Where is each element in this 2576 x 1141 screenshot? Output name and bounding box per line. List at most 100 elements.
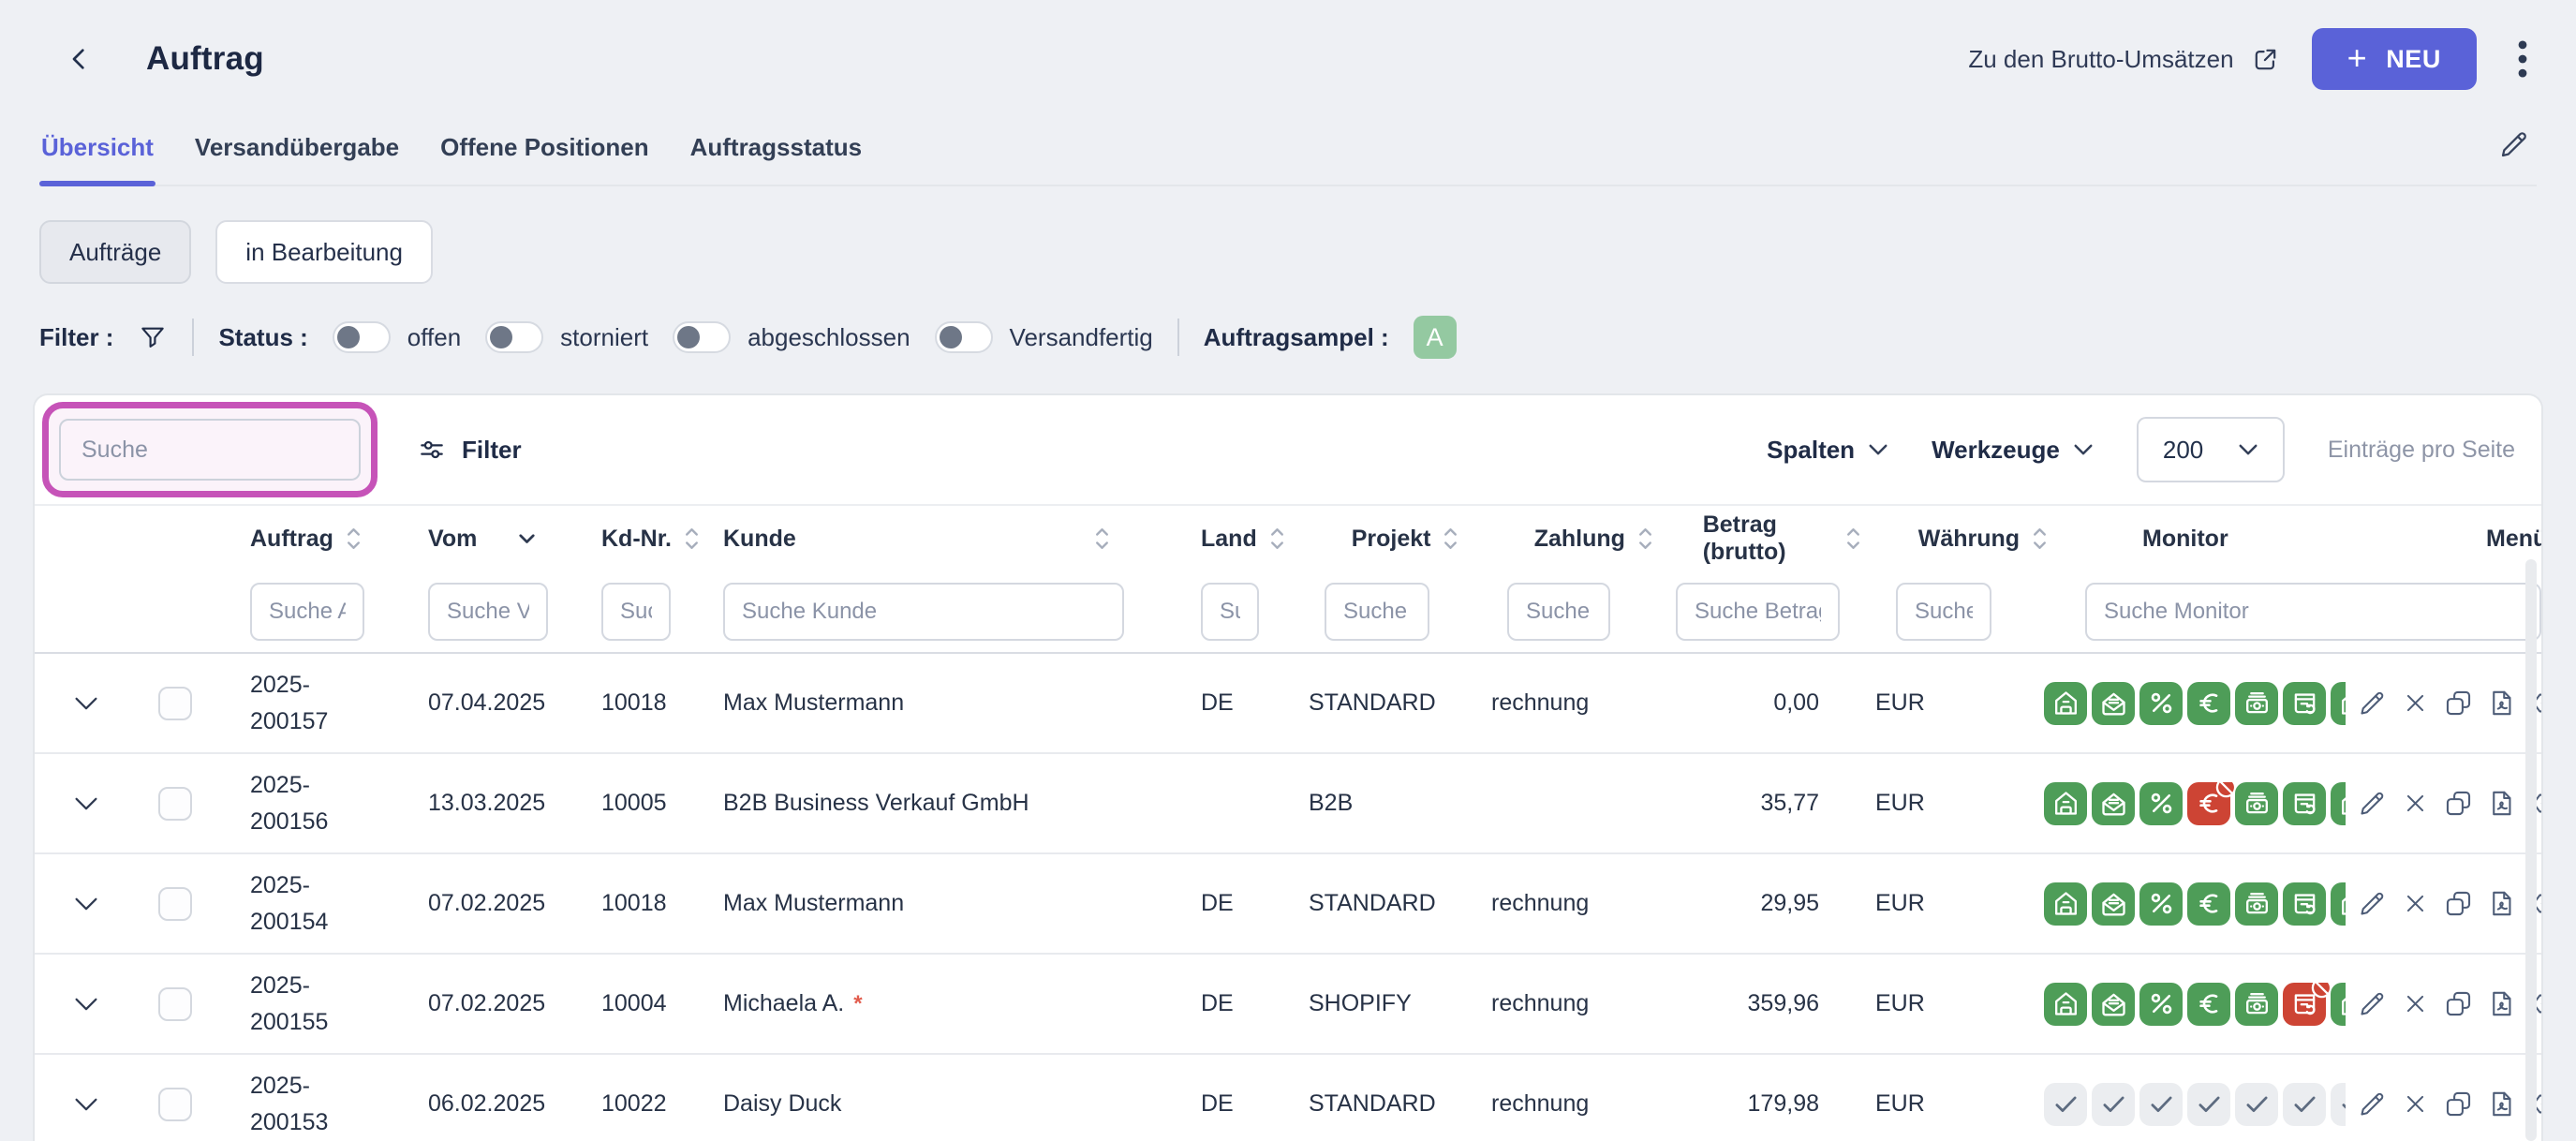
row-expand-chevron-icon[interactable] — [74, 997, 98, 1012]
mail-monitor-icon[interactable] — [2092, 782, 2135, 825]
house-monitor-icon[interactable] — [2044, 682, 2087, 725]
sort-icon[interactable] — [683, 525, 701, 553]
sort-icon[interactable] — [1093, 525, 1111, 553]
duplicate-icon[interactable] — [2443, 788, 2474, 819]
filter-betrag-input[interactable] — [1676, 583, 1840, 641]
col-header-kdnr[interactable]: Kd-Nr. — [583, 525, 704, 553]
cancel-icon[interactable] — [2400, 888, 2431, 919]
euro-monitor-icon[interactable] — [2187, 782, 2230, 825]
row-expand-chevron-icon[interactable] — [74, 696, 98, 711]
check-monitor-icon[interactable] — [2092, 1083, 2135, 1126]
row-checkbox[interactable] — [158, 687, 192, 720]
euro-monitor-icon[interactable] — [2187, 882, 2230, 926]
duplicate-icon[interactable] — [2443, 688, 2474, 719]
row-checkbox[interactable] — [158, 987, 192, 1021]
auftragsampel-badge[interactable]: A — [1414, 316, 1457, 359]
brutto-umsaetze-link[interactable]: Zu den Brutto-Umsätzen — [1968, 45, 2279, 74]
pdf-icon[interactable] — [2486, 988, 2517, 1019]
col-header-vom[interactable]: Vom — [400, 526, 583, 553]
box-monitor-icon[interactable] — [2283, 782, 2326, 825]
sort-desc-icon[interactable] — [516, 532, 538, 546]
euro-monitor-icon[interactable] — [2187, 983, 2230, 1026]
check-monitor-icon[interactable] — [2139, 1083, 2183, 1126]
tab-uebersicht[interactable]: Übersicht — [39, 129, 155, 185]
check-monitor-icon[interactable] — [2283, 1083, 2326, 1126]
tab-offene-positionen[interactable]: Offene Positionen — [438, 129, 650, 185]
row-expand-chevron-icon[interactable] — [74, 1097, 98, 1112]
edit-icon[interactable] — [2357, 1089, 2388, 1119]
neu-button[interactable]: + NEU — [2312, 28, 2477, 90]
cancel-icon[interactable] — [2400, 788, 2431, 819]
edit-icon[interactable] — [2357, 788, 2388, 819]
col-header-kunde[interactable]: Kunde — [704, 525, 1154, 553]
cash-monitor-icon[interactable] — [2235, 882, 2278, 926]
percent-monitor-icon[interactable] — [2139, 682, 2183, 725]
house-monitor-icon[interactable] — [2044, 882, 2087, 926]
cancel-icon[interactable] — [2400, 988, 2431, 1019]
col-header-auftrag[interactable]: Auftrag — [217, 525, 400, 553]
edit-icon[interactable] — [2357, 688, 2388, 719]
percent-monitor-icon[interactable] — [2139, 983, 2183, 1026]
pdf-icon[interactable] — [2486, 1089, 2517, 1119]
werkzeuge-dropdown[interactable]: Werkzeuge — [1932, 436, 2094, 465]
col-header-waehrung[interactable]: Währung — [1862, 525, 2049, 553]
edit-icon[interactable] — [2357, 988, 2388, 1019]
pdf-icon[interactable] — [2486, 688, 2517, 719]
toggle-versandfertig[interactable] — [935, 321, 993, 353]
filter-land-input[interactable] — [1201, 583, 1259, 641]
spalten-dropdown[interactable]: Spalten — [1767, 436, 1888, 465]
check-monitor-icon[interactable] — [2235, 1083, 2278, 1126]
sort-icon[interactable] — [1844, 525, 1862, 553]
row-checkbox[interactable] — [158, 887, 192, 921]
sort-icon[interactable] — [2031, 525, 2049, 553]
duplicate-icon[interactable] — [2443, 888, 2474, 919]
toggle-offen[interactable] — [333, 321, 391, 353]
house-monitor-icon[interactable] — [2044, 983, 2087, 1026]
chip-auftraege[interactable]: Aufträge — [39, 220, 191, 284]
toggle-abgeschlossen[interactable] — [673, 321, 731, 353]
filter-kunde-input[interactable] — [723, 583, 1124, 641]
sort-icon[interactable] — [1636, 525, 1654, 553]
page-size-select[interactable]: 200 — [2137, 417, 2285, 482]
filter-waehrung-input[interactable] — [1896, 583, 1991, 641]
search-input[interactable] — [59, 419, 361, 481]
row-expand-chevron-icon[interactable] — [74, 896, 98, 911]
filter-monitor-input[interactable] — [2085, 583, 2541, 641]
col-header-projekt[interactable]: Projekt — [1286, 525, 1483, 553]
house-monitor-icon[interactable] — [2044, 782, 2087, 825]
row-checkbox[interactable] — [158, 787, 192, 821]
cash-monitor-icon[interactable] — [2235, 782, 2278, 825]
col-header-zahlung[interactable]: Zahlung — [1483, 525, 1670, 553]
filter-kdnr-input[interactable] — [601, 583, 671, 641]
chip-in-bearbeitung[interactable]: in Bearbeitung — [215, 220, 433, 284]
duplicate-icon[interactable] — [2443, 1089, 2474, 1119]
edit-icon[interactable] — [2357, 888, 2388, 919]
filter-auftrag-input[interactable] — [250, 583, 364, 641]
filter-projekt-input[interactable] — [1325, 583, 1429, 641]
box-monitor-icon[interactable] — [2283, 682, 2326, 725]
house-monitor-icon[interactable] — [2331, 983, 2346, 1026]
cash-monitor-icon[interactable] — [2235, 983, 2278, 1026]
percent-monitor-icon[interactable] — [2139, 882, 2183, 926]
check-monitor-icon[interactable] — [2331, 1083, 2346, 1126]
sort-icon[interactable] — [1268, 525, 1286, 553]
house-monitor-icon[interactable] — [2331, 782, 2346, 825]
table-filter-button[interactable]: Filter — [417, 435, 522, 465]
duplicate-icon[interactable] — [2443, 988, 2474, 1019]
col-header-land[interactable]: Land — [1154, 525, 1286, 553]
mail-monitor-icon[interactable] — [2092, 882, 2135, 926]
col-header-betrag[interactable]: Betrag (brutto) — [1670, 511, 1862, 566]
funnel-icon[interactable] — [138, 322, 168, 352]
back-button[interactable] — [60, 39, 99, 79]
filter-vom-input[interactable] — [428, 583, 548, 641]
tab-versanduebergabe[interactable]: Versandübergabe — [193, 129, 401, 185]
mail-monitor-icon[interactable] — [2092, 983, 2135, 1026]
box-monitor-icon[interactable] — [2283, 882, 2326, 926]
edit-pencil-icon[interactable] — [2497, 127, 2531, 161]
filter-zahlung-input[interactable] — [1507, 583, 1610, 641]
kebab-menu-icon[interactable] — [2509, 35, 2537, 83]
sort-icon[interactable] — [345, 525, 363, 553]
row-expand-chevron-icon[interactable] — [74, 796, 98, 811]
check-monitor-icon[interactable] — [2187, 1083, 2230, 1126]
percent-monitor-icon[interactable] — [2139, 782, 2183, 825]
